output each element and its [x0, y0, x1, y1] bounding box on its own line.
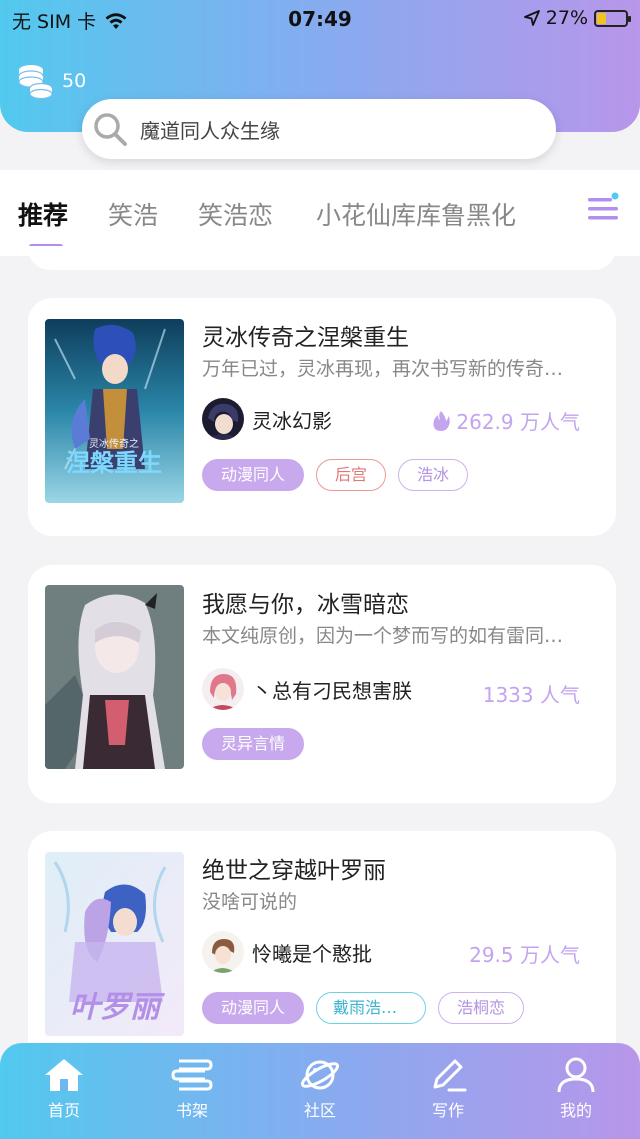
- book-card[interactable]: 我愿与你，冰雪暗恋 本文纯原创，因为一个梦而写的如有雷同… 丶总有刁民想害朕 1…: [28, 565, 616, 803]
- nav-bookshelf[interactable]: 书架: [147, 1057, 237, 1121]
- popularity-count: 262.9 万人气: [456, 410, 580, 434]
- book-title[interactable]: 我愿与你，冰雪暗恋: [202, 585, 409, 619]
- popularity-count: 1333 人气: [482, 683, 580, 707]
- book-cover: 叶罗丽: [45, 852, 184, 1036]
- bottom-navigation: 首页 书架 社区 写作 我的: [0, 1043, 640, 1139]
- author-name: 丶总有刁民想害朕: [252, 678, 412, 703]
- tag[interactable]: 浩桐恋: [438, 992, 525, 1024]
- coin-balance[interactable]: 50: [16, 62, 86, 100]
- book-cover: 涅槃重生 灵冰传奇之: [45, 319, 184, 503]
- svg-text:涅槃重生: 涅槃重生: [66, 448, 162, 477]
- tag[interactable]: 戴雨浩穿…: [316, 992, 427, 1024]
- battery-icon: [594, 9, 631, 27]
- location-arrow-icon: [523, 10, 540, 26]
- popularity: 262.9 万人气: [432, 406, 580, 435]
- planet-icon: [300, 1060, 340, 1090]
- book-card[interactable]: 涅槃重生 灵冰传奇之 灵冰传奇之涅槃重生 万年已过，灵冰再现，再次书写新的传奇……: [28, 298, 616, 536]
- home-icon: [45, 1059, 83, 1091]
- nav-write[interactable]: 写作: [403, 1057, 493, 1121]
- tab-menu-icon[interactable]: [574, 190, 624, 230]
- tab-recommend[interactable]: 推荐: [18, 196, 68, 232]
- search-icon: [94, 113, 127, 146]
- status-right: 27%: [523, 7, 631, 29]
- author-name: 灵冰幻影: [252, 408, 332, 433]
- avatar: [202, 668, 244, 710]
- coin-count: 50: [62, 70, 87, 92]
- status-bar: 无 SIM 卡 07:49 27%: [0, 0, 640, 40]
- book-author[interactable]: 怜曦是个憨批: [202, 931, 372, 973]
- tag[interactable]: 后宫: [316, 459, 387, 491]
- tag-list: 动漫同人 后宫 浩冰: [202, 459, 469, 491]
- book-card[interactable]: 叶罗丽 绝世之穿越叶罗丽 没啥可说的 怜曦是个憨批 29.5 万人气 动漫同人 …: [28, 831, 616, 1071]
- svg-text:灵冰传奇之: 灵冰传奇之: [89, 437, 139, 450]
- author-name: 怜曦是个憨批: [252, 941, 372, 966]
- svg-text:叶罗丽: 叶罗丽: [70, 990, 165, 1025]
- tab-xiaohao-lian[interactable]: 笑浩恋: [198, 196, 273, 232]
- flame-icon: [433, 410, 451, 431]
- tab-xiaohuaxian[interactable]: 小花仙库库鲁黑化: [316, 196, 516, 232]
- tag[interactable]: 浩冰: [398, 459, 469, 491]
- book-description: 没啥可说的: [202, 891, 298, 913]
- avatar: [202, 931, 244, 973]
- battery-percent: 27%: [545, 7, 588, 29]
- popularity-count: 29.5 万人气: [469, 943, 580, 967]
- coins-icon: [18, 65, 53, 100]
- tab-xiaohao[interactable]: 笑浩: [108, 196, 158, 232]
- nav-label: 首页: [47, 1101, 80, 1120]
- category-tabs: 推荐 笑浩 笑浩恋 小花仙库库鲁黑化: [0, 170, 640, 256]
- nav-label: 书架: [175, 1101, 208, 1120]
- tag[interactable]: 动漫同人: [202, 459, 305, 491]
- book-description: 本文纯原创，因为一个梦而写的如有雷同…: [202, 625, 564, 647]
- book-title[interactable]: 灵冰传奇之涅槃重生: [202, 318, 409, 352]
- book-author[interactable]: 灵冰幻影: [202, 398, 332, 440]
- nav-label: 写作: [431, 1101, 464, 1120]
- previous-card-edge: [28, 246, 616, 270]
- search-bar[interactable]: 魔道同人众生缘: [82, 99, 556, 159]
- tag[interactable]: 灵异言情: [202, 728, 305, 760]
- book-title[interactable]: 绝世之穿越叶罗丽: [202, 851, 386, 885]
- nav-community[interactable]: 社区: [275, 1057, 365, 1121]
- search-placeholder: 魔道同人众生缘: [140, 118, 280, 143]
- pen-icon: [433, 1059, 467, 1092]
- tag[interactable]: 动漫同人: [202, 992, 305, 1024]
- book-cover: [45, 585, 184, 769]
- popularity: 1333 人气: [483, 679, 580, 708]
- nav-home[interactable]: 首页: [19, 1057, 109, 1121]
- tag-list: 灵异言情: [202, 728, 305, 760]
- bookshelf-icon: [171, 1059, 213, 1091]
- book-description: 万年已过，灵冰再现，再次书写新的传奇…: [202, 358, 564, 380]
- popularity: 29.5 万人气: [469, 939, 580, 968]
- user-icon: [557, 1057, 595, 1093]
- tag-list: 动漫同人 戴雨浩穿… 浩桐恋: [202, 992, 525, 1024]
- nav-profile[interactable]: 我的: [531, 1057, 621, 1121]
- book-author[interactable]: 丶总有刁民想害朕: [202, 668, 412, 710]
- nav-label: 社区: [303, 1101, 336, 1120]
- nav-label: 我的: [559, 1101, 592, 1120]
- avatar: [202, 398, 244, 440]
